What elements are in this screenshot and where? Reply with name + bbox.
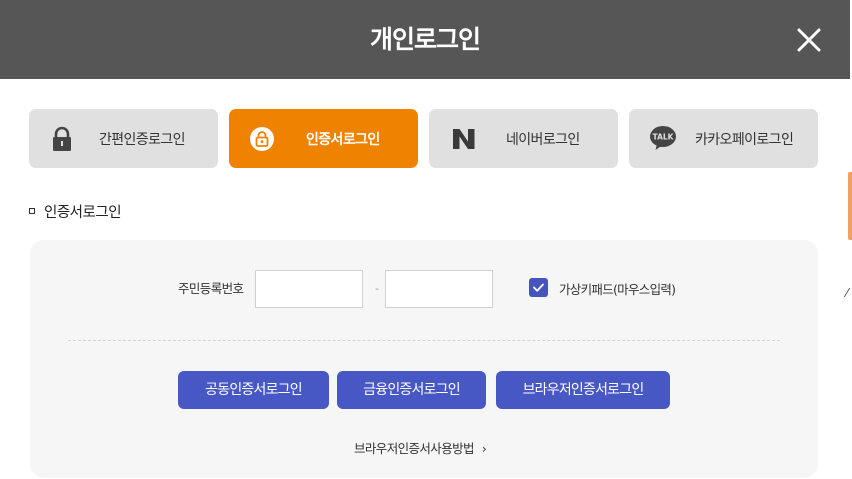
virtual-keypad-label: 가상키패드(마우스입력) [559,282,676,297]
virtual-keypad-checkbox[interactable] [529,278,548,297]
naver-icon [453,129,475,149]
rrn-front-input[interactable] [255,270,363,308]
tab-kakaopay-login[interactable]: TALK 카카오페이로그인 [629,109,818,168]
section-title: 인증서로그인 [29,201,122,222]
tab-naver-login[interactable]: 네이버로그인 [429,109,618,168]
tab-label: 인증서로그인 [306,132,380,148]
chevron-right-icon: › [481,442,487,456]
browser-certificate-login-button[interactable]: 브라우저인증서로그인 [496,371,670,409]
tab-label: 네이버로그인 [506,132,580,148]
dialog-header: 개인로그인 [0,0,850,79]
tab-certificate-login[interactable]: 인증서로그인 [229,109,418,168]
rrn-separator: - [375,282,379,295]
joint-certificate-login-button[interactable]: 공동인증서로그인 [178,371,329,409]
background-edge-mark: ⁄ [846,286,849,300]
dashed-divider [68,340,780,341]
bullet-square-icon [29,208,35,214]
tab-simple-auth-login[interactable]: 간편인증로그인 [29,109,218,168]
certificate-login-panel: 주민등록번호 - 가상키패드(마우스입력) 공동인증서로그인 금융인증서로그인 … [30,240,818,478]
lock-icon [53,126,71,151]
rrn-back-input[interactable] [385,270,493,308]
browser-certificate-guide-link[interactable]: 브라우저인증서사용방법 › [354,438,487,457]
tab-label: 카카오페이로그인 [695,132,794,148]
kakaotalk-icon: TALK [650,126,676,150]
guide-link-label: 브라우저인증서사용방법 [354,441,475,456]
background-edge-strip [848,172,852,240]
rrn-label: 주민등록번호 [178,281,244,296]
close-icon[interactable] [795,26,823,54]
section-title-text: 인증서로그인 [44,205,122,221]
kakaotalk-icon-text: TALK [653,133,675,142]
dialog-title: 개인로그인 [369,25,481,54]
tab-label: 간편인증로그인 [99,132,186,148]
financial-certificate-login-button[interactable]: 금융인증서로그인 [337,371,486,409]
certificate-lock-icon [250,127,274,151]
checkmark-icon [533,283,544,292]
